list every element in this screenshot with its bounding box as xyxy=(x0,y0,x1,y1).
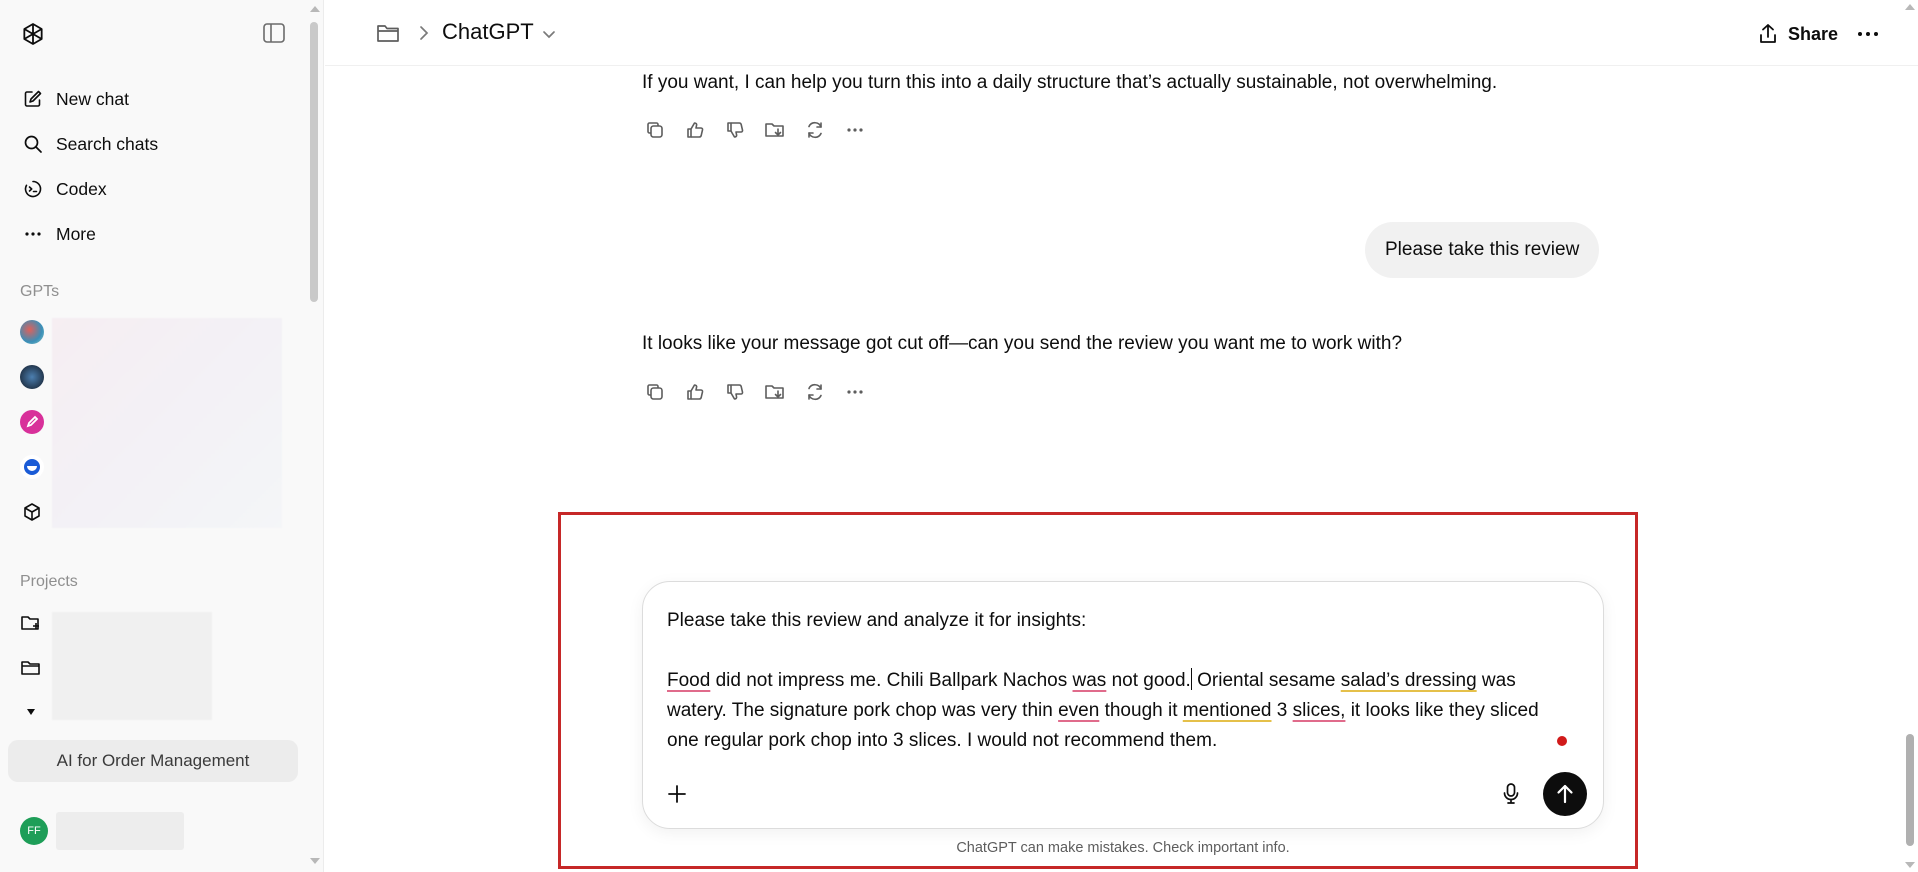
model-name: ChatGPT xyxy=(442,19,534,44)
thumbs-up-icon[interactable] xyxy=(682,117,708,143)
review-text-segment: did not impress me. Chili Ballpark Nacho… xyxy=(710,670,1073,691)
codex-button[interactable]: Codex xyxy=(8,169,300,209)
more-button[interactable]: More xyxy=(8,214,300,254)
gpt-item-1[interactable] xyxy=(20,314,280,350)
thumbs-down-icon[interactable] xyxy=(722,379,748,405)
more-dots-icon xyxy=(22,223,44,245)
sidebar-item-ai-for-order-management[interactable]: AI for Order Management xyxy=(8,740,298,782)
assistant-message: If you want, I can help you turn this in… xyxy=(642,72,1498,93)
review-text-segment: though it xyxy=(1099,700,1183,721)
gpt-avatar xyxy=(20,455,44,479)
main-scrollbar[interactable] xyxy=(1902,0,1918,872)
model-selector[interactable]: ChatGPT xyxy=(442,18,556,46)
share-icon xyxy=(1760,24,1776,43)
user-name-redacted xyxy=(56,812,184,850)
disclaimer-text: ChatGPT can make mistakes. Check importa… xyxy=(956,840,1290,856)
more-actions-icon[interactable] xyxy=(842,379,868,405)
gpt-avatar xyxy=(20,365,44,389)
chevron-down-icon xyxy=(542,20,556,46)
copy-icon[interactable] xyxy=(642,379,668,405)
expand-projects-caret[interactable] xyxy=(26,697,36,727)
gpt-avatar xyxy=(20,320,44,344)
project-item[interactable] xyxy=(20,653,42,683)
spellcheck-word[interactable]: was xyxy=(1073,670,1107,691)
user-message-bubble: Please take this review xyxy=(1365,222,1600,278)
more-label: More xyxy=(56,223,96,244)
scroll-up-arrow-icon[interactable] xyxy=(1905,4,1915,10)
add-attachment-button[interactable] xyxy=(659,776,695,812)
cube-icon xyxy=(20,500,44,524)
openai-logo-icon[interactable] xyxy=(18,19,48,49)
recording-indicator-dot xyxy=(1557,736,1567,746)
review-text-segment: 3 xyxy=(1271,700,1293,721)
new-project-button[interactable] xyxy=(20,608,42,638)
search-chats-label: Search chats xyxy=(56,133,159,154)
spellcheck-word[interactable]: even xyxy=(1058,700,1099,721)
project-names-redacted xyxy=(52,612,212,720)
scroll-down-arrow-icon[interactable] xyxy=(1905,862,1915,868)
codex-icon xyxy=(22,178,44,200)
scroll-up-arrow-icon[interactable] xyxy=(310,6,320,12)
save-to-folder-icon[interactable] xyxy=(762,379,788,405)
user-profile[interactable]: FF xyxy=(20,812,184,850)
pencil-icon xyxy=(20,410,44,434)
projects-section-label: Projects xyxy=(20,573,78,590)
new-folder-icon xyxy=(21,616,39,630)
message-actions xyxy=(642,379,882,405)
folder-icon xyxy=(21,661,40,675)
copy-icon[interactable] xyxy=(642,117,668,143)
avatar: FF xyxy=(20,817,48,845)
scrollbar-thumb[interactable] xyxy=(310,22,318,302)
microphone-icon xyxy=(1503,783,1519,804)
scroll-down-arrow-icon[interactable] xyxy=(310,858,320,864)
search-chats-button[interactable]: Search chats xyxy=(8,124,300,164)
sidebar: New chat Search chats Codex More GPTs Pr… xyxy=(0,0,324,872)
message-actions xyxy=(642,117,882,143)
save-to-folder-icon[interactable] xyxy=(762,117,788,143)
codex-label: Codex xyxy=(56,178,107,199)
thumbs-down-icon[interactable] xyxy=(722,117,748,143)
search-icon xyxy=(22,133,44,155)
new-chat-button[interactable]: New chat xyxy=(8,79,300,119)
arrow-up-icon xyxy=(1557,784,1573,804)
send-button[interactable] xyxy=(1543,772,1587,816)
new-chat-icon xyxy=(22,88,44,110)
grammar-suggestion-word[interactable]: salad’s dressing xyxy=(1341,670,1477,691)
caret-down-icon xyxy=(27,709,35,715)
grammar-suggestion-word[interactable]: mentioned xyxy=(1183,700,1272,721)
composer-line-1: Please take this review and analyze it f… xyxy=(667,610,1087,631)
dictate-button[interactable] xyxy=(1495,778,1527,810)
more-actions-icon[interactable] xyxy=(842,117,868,143)
spellcheck-word[interactable]: Food xyxy=(667,670,710,691)
composer-review-text: Food did not impress me. Chili Ballpark … xyxy=(667,666,1567,756)
gpt-item-4[interactable] xyxy=(20,449,280,485)
more-options-icon[interactable] xyxy=(1856,22,1880,46)
folder-icon[interactable] xyxy=(375,20,401,46)
regenerate-icon[interactable] xyxy=(802,117,828,143)
share-button[interactable]: Share xyxy=(1758,18,1838,50)
gpt-item-2[interactable] xyxy=(20,359,280,395)
top-header: ChatGPT Share xyxy=(325,0,1918,66)
assistant-message: It looks like your message got cut off—c… xyxy=(642,333,1403,354)
sidebar-scrollbar[interactable] xyxy=(309,6,320,864)
toggle-sidebar-icon[interactable] xyxy=(262,22,286,44)
share-label: Share xyxy=(1787,23,1838,44)
chevron-right-icon xyxy=(417,24,431,42)
message-composer[interactable]: Please take this review and analyze it f… xyxy=(642,581,1604,829)
thumbs-up-icon[interactable] xyxy=(682,379,708,405)
scrollbar-thumb[interactable] xyxy=(1906,734,1914,846)
prompt-textarea[interactable]: Please take this review and analyze it f… xyxy=(667,606,1567,756)
spellcheck-word[interactable]: slices, xyxy=(1293,700,1346,721)
new-chat-label: New chat xyxy=(56,88,129,109)
regenerate-icon[interactable] xyxy=(802,379,828,405)
review-text-segment: Oriental sesame xyxy=(1191,670,1341,691)
plus-icon xyxy=(668,785,686,803)
gpts-section-label: GPTs xyxy=(20,283,60,300)
gpt-item-3[interactable] xyxy=(20,404,280,440)
review-text-segment: not good. xyxy=(1106,670,1191,691)
gpt-item-5[interactable] xyxy=(20,494,280,530)
